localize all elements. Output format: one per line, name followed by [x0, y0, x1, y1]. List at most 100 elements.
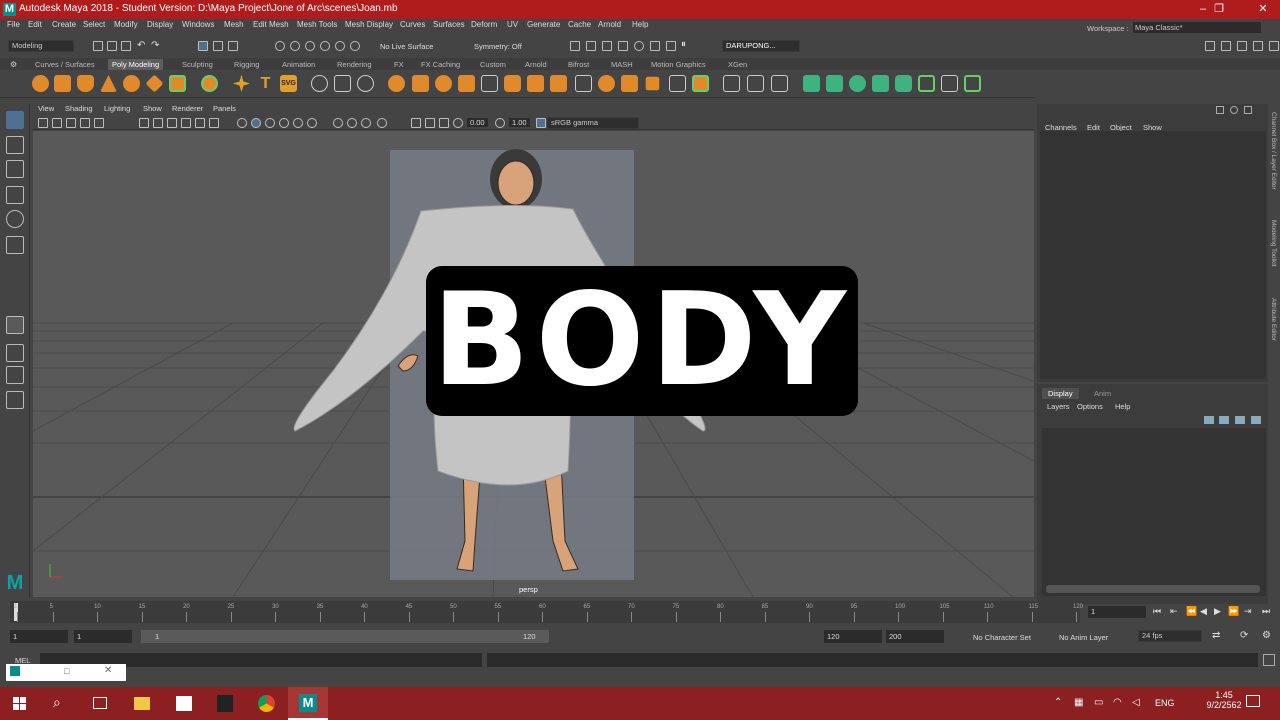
- conform-icon[interactable]: [918, 75, 935, 92]
- menu-uv[interactable]: UV: [507, 20, 518, 29]
- automatic-uv-icon[interactable]: [747, 75, 764, 92]
- gamma-field[interactable]: 1.00: [509, 118, 530, 127]
- auto-key-icon[interactable]: ⟳: [1240, 630, 1248, 641]
- close-button[interactable]: ✕: [1248, 2, 1278, 17]
- user-account-dropdown[interactable]: DARUPONG...: [722, 40, 800, 52]
- step-forward-frame-icon[interactable]: ⏩: [1228, 606, 1239, 617]
- battery-icon[interactable]: ▭: [1094, 697, 1103, 708]
- go-to-start-icon[interactable]: ⏮: [1153, 606, 1161, 617]
- motion-blur-icon[interactable]: [347, 118, 357, 128]
- freeze-transform-icon[interactable]: [803, 75, 820, 92]
- xray-icon[interactable]: [425, 118, 435, 128]
- soften-edge-icon[interactable]: [872, 75, 889, 92]
- render-frame-icon[interactable]: [586, 41, 596, 51]
- options-menu[interactable]: Options: [1077, 402, 1103, 411]
- persp-outliner-icon[interactable]: [6, 366, 24, 384]
- notifications-icon[interactable]: [1246, 695, 1260, 707]
- current-frame-field[interactable]: 1: [1088, 606, 1146, 618]
- view-transform-icon[interactable]: [536, 118, 546, 128]
- panel-close-icon[interactable]: [1244, 106, 1252, 114]
- menu-create[interactable]: Create: [52, 20, 76, 29]
- layer-list[interactable]: [1042, 428, 1266, 596]
- depth-of-field-icon[interactable]: [377, 118, 387, 128]
- chrome-button[interactable]: [246, 687, 286, 720]
- render-settings-icon[interactable]: [618, 41, 628, 51]
- resolution-gate-icon[interactable]: [167, 118, 177, 128]
- clock[interactable]: 1:45 9/2/2562: [1200, 690, 1248, 710]
- tool-settings-icon[interactable]: [1253, 41, 1263, 51]
- menu-select[interactable]: Select: [83, 20, 105, 29]
- arnold-render-icon[interactable]: [650, 41, 660, 51]
- camera-attributes-icon[interactable]: [52, 118, 62, 128]
- bridge-icon[interactable]: [435, 75, 452, 92]
- animation-end-field[interactable]: 200: [886, 630, 944, 643]
- type-tool-icon[interactable]: T: [257, 75, 274, 92]
- input-language[interactable]: ENG: [1155, 698, 1175, 708]
- playback-start-field[interactable]: 1: [74, 630, 132, 643]
- isolate-select-icon[interactable]: [411, 118, 421, 128]
- outliner-icon[interactable]: [6, 391, 24, 409]
- tab-custom[interactable]: Custom: [476, 59, 510, 70]
- platonic-solid-icon[interactable]: [201, 75, 218, 92]
- menu-cache[interactable]: Cache: [568, 20, 591, 29]
- windows-start-button[interactable]: [0, 687, 40, 720]
- extrude-icon[interactable]: [412, 75, 429, 92]
- exposure-field[interactable]: 0.00: [467, 118, 488, 127]
- menu-display[interactable]: Display: [147, 20, 173, 29]
- workspace-dropdown[interactable]: Maya Classic*: [1133, 22, 1261, 33]
- live-surface-label[interactable]: No Live Surface: [380, 42, 433, 51]
- viewport-menu-renderer[interactable]: Renderer: [172, 104, 203, 113]
- retopologize-icon[interactable]: [964, 75, 981, 92]
- menu-modify[interactable]: Modify: [114, 20, 138, 29]
- step-back-key-icon[interactable]: ⇤: [1170, 606, 1178, 617]
- combine-icon[interactable]: [311, 75, 328, 92]
- new-layer-selected-icon[interactable]: [1251, 416, 1261, 424]
- gamma-icon[interactable]: [495, 118, 505, 128]
- tab-fx-caching[interactable]: FX Caching: [417, 59, 464, 70]
- search-button[interactable]: ⌕: [40, 687, 80, 720]
- tab-display-layers[interactable]: Display: [1042, 388, 1079, 399]
- field-chart-icon[interactable]: [195, 118, 205, 128]
- loop-icon[interactable]: ⇄: [1212, 630, 1220, 641]
- mirror-icon[interactable]: [692, 75, 709, 92]
- render-view-icon[interactable]: [570, 41, 580, 51]
- store-button[interactable]: [164, 687, 204, 720]
- new-empty-layer-icon[interactable]: [1235, 416, 1245, 424]
- layer-scrollbar[interactable]: [1046, 585, 1260, 593]
- menu-help[interactable]: Help: [632, 20, 648, 29]
- snap-pivot-icon[interactable]: [350, 41, 360, 51]
- select-tool-icon[interactable]: [6, 111, 24, 129]
- menu-curves[interactable]: Curves: [400, 20, 425, 29]
- menu-windows[interactable]: Windows: [182, 20, 214, 29]
- textured-icon[interactable]: [279, 118, 289, 128]
- wedge-icon[interactable]: [645, 76, 660, 91]
- wireframe-icon[interactable]: [237, 118, 247, 128]
- maya-taskbar-button[interactable]: M: [288, 687, 328, 720]
- tab-sculpting[interactable]: Sculpting: [178, 59, 217, 70]
- colorspace-dropdown[interactable]: sRGB gamma: [547, 117, 639, 129]
- boolean-icon[interactable]: [388, 75, 405, 92]
- snap-view-plane-icon[interactable]: [320, 41, 330, 51]
- arnold-ipr-icon[interactable]: [666, 41, 676, 51]
- layers-menu[interactable]: Layers: [1047, 402, 1070, 411]
- go-to-end-icon[interactable]: ⏭: [1262, 606, 1270, 617]
- viewport-menu-panels[interactable]: Panels: [213, 104, 236, 113]
- minimized-window[interactable]: □ ✕: [6, 664, 126, 681]
- grid-toggle-icon[interactable]: [139, 118, 149, 128]
- insert-edge-loop-icon[interactable]: [575, 75, 592, 92]
- preferences-icon[interactable]: ⚙: [1262, 630, 1271, 641]
- rotate-tool-icon[interactable]: [6, 210, 24, 228]
- center-pivot-icon[interactable]: [826, 75, 843, 92]
- gate-mask-icon[interactable]: [181, 118, 191, 128]
- play-backwards-icon[interactable]: ◀: [1200, 606, 1207, 617]
- smooth-shade-icon[interactable]: [251, 118, 261, 128]
- script-editor-icon[interactable]: [1263, 654, 1275, 666]
- hypershade-icon[interactable]: [634, 41, 644, 51]
- menu-mesh[interactable]: Mesh: [224, 20, 244, 29]
- select-object-icon[interactable]: [213, 41, 223, 51]
- film-gate-icon[interactable]: [153, 118, 163, 128]
- game-app-button[interactable]: [205, 687, 245, 720]
- wireframe-on-shaded-icon[interactable]: [265, 118, 275, 128]
- playback-end-field[interactable]: 120: [824, 630, 882, 643]
- redo-icon[interactable]: ↷: [151, 40, 159, 51]
